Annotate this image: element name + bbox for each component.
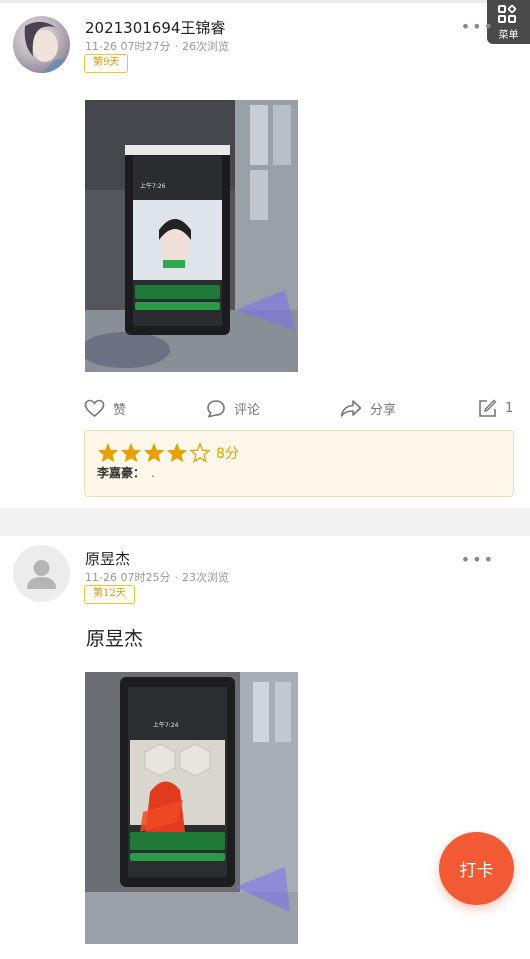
post-photo[interactable]: 上午7:26 <box>85 100 298 372</box>
checkin-fab[interactable]: 打卡 <box>439 832 514 905</box>
edit-button[interactable]: 1 <box>478 396 513 420</box>
rating-box: 8分 李嘉豪：. <box>84 430 514 497</box>
post-meta: 11-26 07时27分 · 26次浏览 <box>85 40 229 53</box>
share-button[interactable]: 分享 <box>340 396 396 420</box>
star-filled-icon <box>143 442 165 463</box>
comment-button[interactable]: 评论 <box>206 396 260 420</box>
more-options-icon[interactable]: ••• <box>461 550 495 569</box>
review-line: 李嘉豪：. <box>97 464 155 481</box>
view-count: 26次浏览 <box>181 40 229 53</box>
day-badge: 第9天 <box>84 54 129 73</box>
post-time: 11-26 07时25分 <box>85 571 171 584</box>
share-label: 分享 <box>370 402 397 418</box>
avatar[interactable] <box>13 545 70 602</box>
star-rating: 8分 <box>97 442 239 463</box>
more-options-icon[interactable]: ••• <box>461 17 495 36</box>
day-badge: 第12天 <box>84 585 135 604</box>
rating-score: 8分 <box>216 445 239 462</box>
comment-label: 评论 <box>234 402 261 418</box>
post-meta: 11-26 07时25分 · 23次浏览 <box>85 571 229 584</box>
comment-icon <box>207 399 225 418</box>
avatar[interactable] <box>13 16 70 73</box>
username[interactable]: 2021301694王锦睿 <box>85 17 225 38</box>
view-count: 23次浏览 <box>181 571 229 584</box>
username[interactable]: 原昱杰 <box>85 548 130 569</box>
share-icon <box>340 399 362 417</box>
post-time: 11-26 07时27分 <box>85 40 171 53</box>
screen-time: 上午7:26 <box>140 182 166 190</box>
star-empty-icon <box>189 442 211 463</box>
heart-icon <box>84 399 105 417</box>
post-text: 原昱杰 <box>86 628 144 650</box>
post-divider <box>0 508 530 536</box>
screen-time: 上午7:24 <box>153 721 179 729</box>
like-label: 赞 <box>113 402 127 418</box>
like-button[interactable]: 赞 <box>84 396 126 420</box>
post-card: 2021301694王锦睿 11-26 07时27分 · 26次浏览 第9天 •••… <box>0 3 530 508</box>
star-filled-icon <box>120 442 142 463</box>
star-filled-icon <box>97 442 119 463</box>
review-text: . <box>151 466 155 480</box>
edit-count: 1 <box>505 400 514 416</box>
post-photo[interactable]: 上午7:24 <box>85 672 298 944</box>
action-bar: 赞 评论 分享 1 <box>0 396 530 420</box>
star-filled-icon <box>166 442 188 463</box>
edit-icon <box>479 399 497 417</box>
reviewer-name: 李嘉豪： <box>97 466 146 480</box>
